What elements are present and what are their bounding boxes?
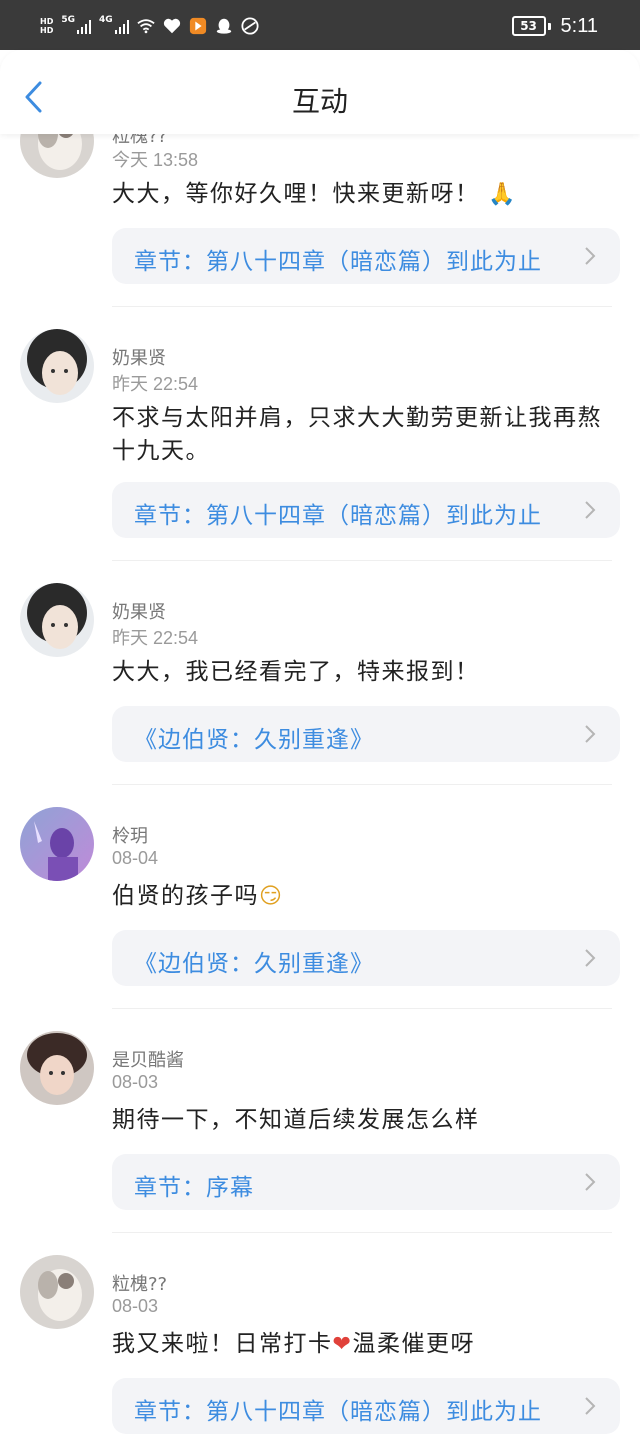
chevron-right-icon (585, 247, 596, 265)
comment-time: 昨天 22:54 (112, 628, 199, 648)
heart-emoji-icon: ❤ (332, 1332, 353, 1357)
chevron-right-icon (585, 1397, 596, 1415)
hd-label: HD (40, 26, 54, 35)
chapter-link[interactable]: 章节：第八十四章（暗恋篇）到此为止 (112, 482, 620, 538)
comment-body: 期待一下，不知道后续发展怎么样 (112, 1107, 480, 1133)
comment-text: 不求与太阳并肩，只求大大勤劳更新让我再熬十九天。 (112, 402, 612, 468)
clock: 5:11 (560, 14, 598, 37)
comment-time: 08-03 (112, 1296, 159, 1316)
divider (112, 1008, 612, 1009)
hd-indicator: HD HD (40, 17, 53, 35)
chapter-link[interactable]: 章节：序幕 (112, 1154, 620, 1210)
network-type-4g: 4G (99, 15, 113, 25)
chapter-link-label: 章节：第八十四章（暗恋篇）到此为止 (134, 503, 542, 529)
comment-text: 伯贤的孩子吗😏 (112, 880, 612, 913)
chapter-link[interactable]: 章节：第八十四章（暗恋篇）到此为止 (112, 228, 620, 284)
book-link[interactable]: 《边伯贤：久别重逢》 (112, 706, 620, 762)
status-bar-right: 53 5:11 (511, 12, 598, 40)
comment-text: 大大，我已经看完了，特来报到！ (112, 656, 612, 689)
signal-icon (77, 18, 91, 34)
hd-label: HD (40, 17, 54, 26)
avatar[interactable] (20, 583, 94, 657)
comment-body: 不求与太阳并肩，只求大大勤劳更新让我再熬十九天。 (112, 405, 602, 464)
qq-icon (216, 18, 231, 34)
chevron-right-icon (585, 725, 596, 743)
comment-username: 是贝酷酱 (112, 1050, 184, 1071)
comment-username: 粒槐?? (112, 1274, 168, 1295)
comment-text: 我又来啦！日常打卡❤温柔催更呀 (112, 1328, 612, 1361)
chapter-link[interactable]: 章节：第八十四章（暗恋篇）到此为止 (112, 1378, 620, 1434)
network-type-5g: 5G (61, 15, 75, 25)
comment-text: 期待一下，不知道后续发展怎么样 (112, 1104, 612, 1137)
status-bar: HD HD 5G 4G 53 5:11 (0, 0, 640, 50)
avatar[interactable] (20, 329, 94, 403)
book-link-label: 《边伯贤：久别重逢》 (134, 951, 374, 977)
battery-nub (547, 22, 551, 30)
chevron-right-icon (585, 1173, 596, 1191)
comment-body-cont: 温柔催更呀 (352, 1331, 475, 1357)
comment-time: 08-04 (112, 848, 159, 868)
app-notification-icon (189, 17, 206, 35)
nav-bar: 互动 (0, 50, 640, 134)
comment-time: 08-03 (112, 1072, 159, 1092)
smirk-emoji-icon: 😏 (259, 884, 284, 909)
chevron-right-icon (585, 501, 596, 519)
battery-icon: 53 (511, 16, 546, 36)
signal-icon (114, 18, 129, 34)
comment-username: 柃玥 (112, 826, 148, 847)
divider (112, 560, 612, 561)
comment-username: 奶果贤 (112, 602, 166, 623)
comment-body: 大大，我已经看完了，特来报到！ (112, 659, 480, 685)
pray-emoji-icon: 🙏 (488, 182, 518, 207)
book-link[interactable]: 《边伯贤：久别重逢》 (112, 930, 620, 986)
status-bar-left: HD HD 5G 4G (40, 14, 259, 38)
divider (112, 784, 612, 785)
comment-time: 昨天 22:54 (112, 374, 199, 394)
health-heart-icon (163, 18, 180, 34)
avatar[interactable] (20, 807, 94, 881)
comment-body: 我又来啦！日常打卡 (112, 1331, 333, 1357)
browser-icon (241, 17, 259, 35)
comment-body: 大大，等你好久哩！快来更新呀！ (112, 181, 480, 207)
divider (112, 306, 612, 307)
comment-text: 大大，等你好久哩！快来更新呀！ 🙏 (112, 178, 612, 211)
book-link-label: 《边伯贤：久别重逢》 (134, 727, 374, 753)
chapter-link-label: 章节：第八十四章（暗恋篇）到此为止 (134, 249, 542, 275)
avatar[interactable] (20, 1255, 94, 1329)
wifi-icon (137, 19, 155, 34)
chevron-right-icon (585, 949, 596, 967)
comment-username: 奶果贤 (112, 348, 166, 369)
divider (112, 1232, 612, 1233)
comment-time: 今天 13:58 (112, 150, 199, 170)
comment-body: 伯贤的孩子吗 (112, 883, 259, 909)
avatar[interactable] (20, 1031, 94, 1105)
page-title: 互动 (291, 85, 348, 118)
chapter-link-label: 章节：序幕 (134, 1175, 254, 1201)
chapter-link-label: 章节：第八十四章（暗恋篇）到此为止 (134, 1399, 542, 1425)
comment-list: 粒槐?? 今天 13:58 大大，等你好久哩！快来更新呀！ 🙏 章节：第八十四章… (0, 0, 640, 1434)
